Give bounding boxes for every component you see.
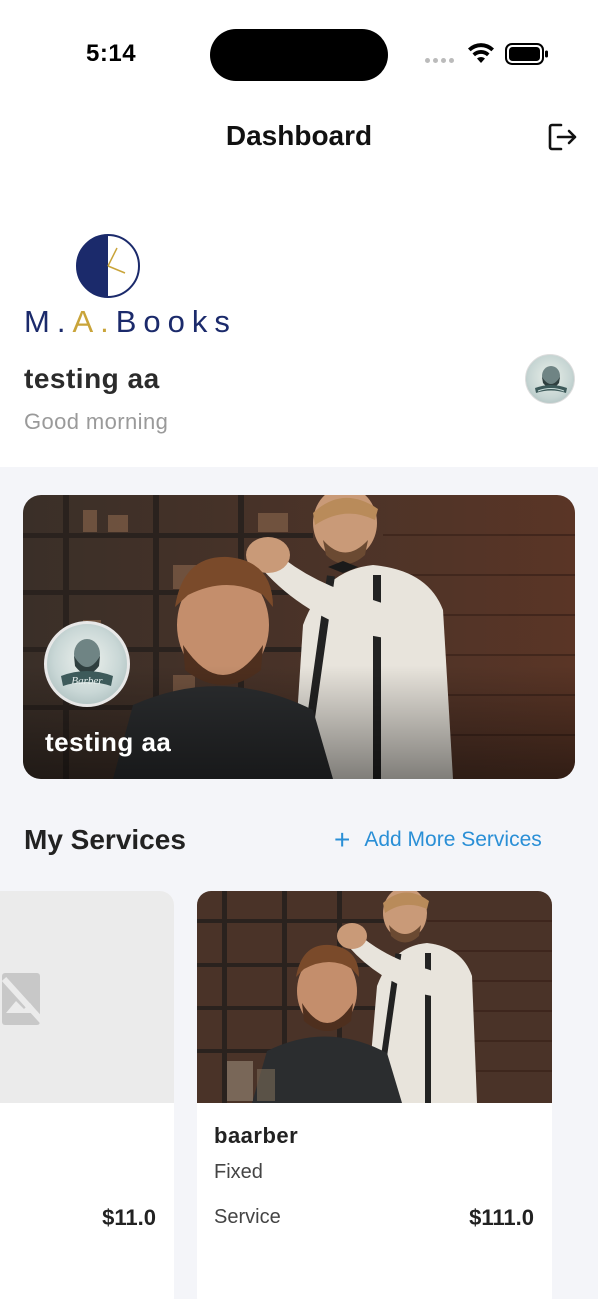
avatar[interactable] <box>525 354 575 404</box>
user-name: testing aa <box>24 363 160 394</box>
status-time: 5:14 <box>86 40 137 67</box>
add-more-services-button[interactable]: + Add More Services <box>334 824 542 855</box>
plus-icon: + <box>334 824 351 855</box>
shop-banner[interactable]: Barber testing aa <box>23 495 575 779</box>
service-card[interactable]: $11.0 <box>0 891 174 1299</box>
barber-logo-icon: Barber <box>61 639 113 687</box>
svg-text:Barber: Barber <box>71 675 103 687</box>
brand-logo-text: M.A.Books <box>24 304 237 339</box>
battery-icon <box>505 43 548 65</box>
add-more-services-label: Add More Services <box>364 828 542 851</box>
dynamic-island <box>210 29 388 81</box>
shop-name: testing aa <box>45 727 172 757</box>
dashboard-screen: 5:14 Dashboard M.A.Books testing aa Good… <box>0 0 598 1299</box>
services-section-title: My Services <box>24 824 186 855</box>
service-image <box>197 891 552 1103</box>
service-price: $11.0 <box>102 1205 156 1230</box>
page-title: Dashboard <box>225 120 373 151</box>
service-price: $111.0 <box>469 1205 534 1230</box>
profile-section: M.A.Books testing aa Good morning <box>0 180 598 467</box>
image-placeholder-icon <box>1 973 44 1025</box>
clock-logo-icon <box>76 234 140 298</box>
greeting-text: Good morning <box>24 409 169 434</box>
shop-avatar: Barber <box>44 621 130 707</box>
service-type: Fixed <box>214 1161 263 1183</box>
service-name: baarber <box>214 1123 299 1148</box>
cellular-signal-icon <box>425 58 454 63</box>
service-label: Service <box>214 1206 281 1228</box>
app-header: Dashboard <box>0 100 598 180</box>
wifi-icon <box>468 43 494 63</box>
status-bar: 5:14 <box>0 0 598 100</box>
barber-logo-icon <box>535 366 567 393</box>
logout-icon[interactable] <box>546 120 580 154</box>
service-card[interactable]: baarber Fixed Service $111.0 <box>197 891 552 1299</box>
